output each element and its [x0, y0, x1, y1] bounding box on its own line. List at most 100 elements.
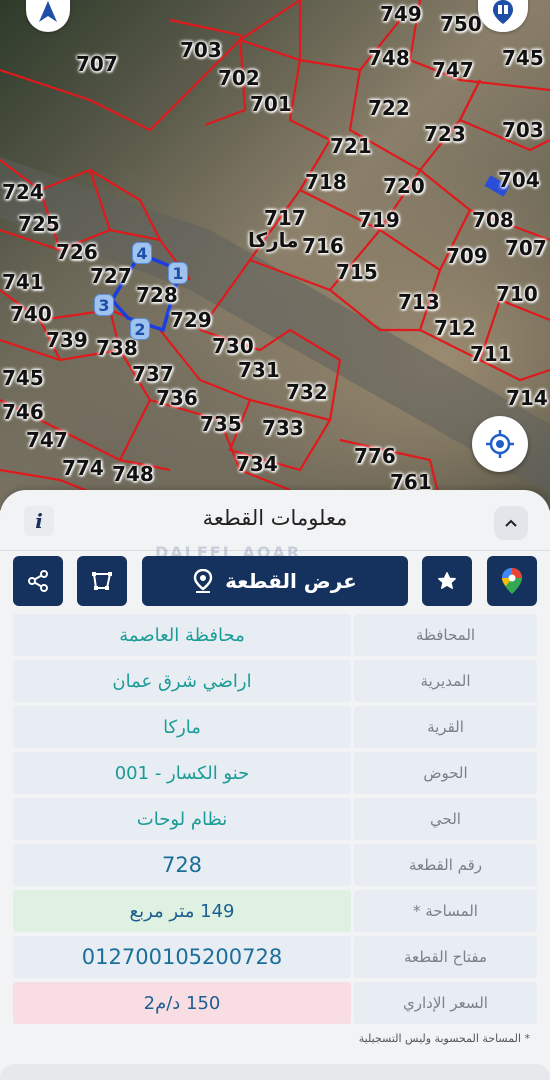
parcel-label[interactable]: 728	[136, 283, 178, 307]
parcel-label[interactable]: 738	[96, 336, 138, 360]
neighborhood-value: نظام لوحات	[13, 798, 351, 840]
parcel-label[interactable]: 750	[440, 12, 482, 36]
parcel-label[interactable]: 719	[358, 208, 400, 232]
row-basin: حنو الكسار - 001 الحوض	[13, 752, 537, 794]
parcel-label[interactable]: 710	[496, 282, 538, 306]
parcel-label[interactable]: 702	[218, 66, 260, 90]
star-icon	[438, 572, 456, 590]
row-neighborhood: نظام لوحات الحي	[13, 798, 537, 840]
navigation-arrow-icon	[39, 1, 57, 22]
parcel-label[interactable]: 736	[156, 386, 198, 410]
parcel-label[interactable]: 721	[330, 134, 372, 158]
parcel-number-label: رقم القطعة	[354, 844, 537, 886]
parcel-label[interactable]: 713	[398, 290, 440, 314]
vertex-4-marker[interactable]: 4	[132, 242, 152, 264]
parcel-label[interactable]: 707	[76, 52, 118, 76]
polygon-icon	[92, 572, 112, 590]
row-parcel-key: 012700105200728 مفتاح القطعة	[13, 936, 537, 978]
parcel-label[interactable]: 712	[434, 316, 476, 340]
row-village: ماركا القرية	[13, 706, 537, 748]
panel-header: i معلومات القطعة	[0, 490, 550, 550]
parcel-label[interactable]: 725	[18, 212, 60, 236]
vertex-2-marker[interactable]: 2	[130, 318, 150, 340]
favorite-button[interactable]	[422, 556, 472, 606]
row-parcel-number: 728 رقم القطعة	[13, 844, 537, 886]
vertex-3-marker[interactable]: 3	[94, 294, 114, 316]
parcel-label[interactable]: 746	[2, 400, 44, 424]
parcel-label[interactable]: 737	[132, 362, 174, 386]
parcel-label[interactable]: 704	[498, 168, 540, 192]
location-pin-icon	[193, 569, 213, 593]
parcel-label[interactable]: 724	[2, 180, 44, 204]
parcel-label[interactable]: 749	[380, 2, 422, 26]
parcel-label[interactable]: 726	[56, 240, 98, 264]
row-directorate: اراضي شرق عمان المديرية	[13, 660, 537, 702]
satellite-map[interactable]: 749 750 703 707 748 747 745 702 701 722 723 703 721 7…	[0, 0, 550, 510]
parcel-label[interactable]: 735	[200, 412, 242, 436]
parcel-label[interactable]: 715	[336, 260, 378, 284]
parcel-label[interactable]: 727	[90, 264, 132, 288]
parcel-label[interactable]: 747	[432, 58, 474, 82]
vertex-1-marker[interactable]: 1	[168, 262, 188, 284]
area-footnote: * المساحة المحسوبة وليس التسجيلية	[358, 1032, 530, 1045]
parcel-label[interactable]: 741	[2, 270, 44, 294]
parcel-label[interactable]: 703	[180, 38, 222, 62]
row-governorate: محافظة العاصمة المحافظة	[13, 614, 537, 656]
row-admin-price: 150 د/م2 السعر الإداري	[13, 982, 537, 1024]
parcel-label[interactable]: 747	[26, 428, 68, 452]
parcel-label[interactable]: 732	[286, 380, 328, 404]
parcel-label[interactable]: 703	[502, 118, 544, 142]
village-label: القرية	[354, 706, 537, 748]
parcel-label[interactable]: 734	[236, 452, 278, 476]
parcel-label[interactable]: 711	[470, 342, 512, 366]
view-parcel-label: عرض القطعة	[225, 569, 357, 593]
view-parcel-button[interactable]: عرض القطعة	[142, 556, 408, 606]
parcel-info-table: محافظة العاصمة المحافظة اراضي شرق عمان ا…	[13, 614, 537, 1028]
area-value: 149 متر مربع	[13, 890, 351, 932]
chevron-up-icon	[505, 519, 517, 527]
parcel-label[interactable]: 740	[10, 302, 52, 326]
share-button[interactable]	[13, 556, 63, 606]
parcel-label[interactable]: 748	[112, 462, 154, 486]
area-label: المساحة *	[354, 890, 537, 932]
parcel-info-panel: i معلومات القطعة DALEEL AQAR عرض القطعة …	[0, 490, 550, 1080]
parcel-label[interactable]: 733	[262, 416, 304, 440]
admin-price-value: 150 د/م2	[13, 982, 351, 1024]
parcel-label[interactable]: 776	[354, 444, 396, 468]
parcel-key-value[interactable]: 012700105200728	[13, 936, 351, 978]
admin-price-label: السعر الإداري	[354, 982, 537, 1024]
parcel-label[interactable]: 739	[46, 328, 88, 352]
village-map-label: ماركا	[248, 228, 299, 252]
basin-value: حنو الكسار - 001	[13, 752, 351, 794]
parcel-label[interactable]: 722	[368, 96, 410, 120]
governorate-value: محافظة العاصمة	[13, 614, 351, 656]
parcel-label[interactable]: 730	[212, 334, 254, 358]
parcel-label[interactable]: 708	[472, 208, 514, 232]
basin-label: الحوض	[354, 752, 537, 794]
parcel-label[interactable]: 729	[170, 308, 212, 332]
parcel-label[interactable]: 745	[502, 46, 544, 70]
parcel-label[interactable]: 748	[368, 46, 410, 70]
parcel-label[interactable]: 745	[2, 366, 44, 390]
parcel-label[interactable]: 707	[505, 236, 547, 260]
parcel-label[interactable]: 714	[506, 386, 548, 410]
parcel-label[interactable]: 701	[250, 92, 292, 116]
gps-locate-icon	[486, 430, 514, 458]
share-icon	[28, 570, 48, 592]
my-location-button[interactable]	[472, 416, 528, 472]
directorate-value: اراضي شرق عمان	[13, 660, 351, 702]
parcel-label[interactable]: 720	[383, 174, 425, 198]
map-pin-icon	[493, 0, 513, 24]
parcel-label[interactable]: 723	[424, 122, 466, 146]
parcel-label[interactable]: 717	[264, 206, 306, 230]
google-maps-button[interactable]	[487, 556, 537, 606]
collapse-button[interactable]	[494, 506, 528, 540]
polygon-measure-button[interactable]	[77, 556, 127, 606]
parcel-label[interactable]: 718	[305, 170, 347, 194]
governorate-label: المحافظة	[354, 614, 537, 656]
google-maps-icon	[502, 568, 522, 594]
parcel-label[interactable]: 731	[238, 358, 280, 382]
parcel-label[interactable]: 774	[62, 456, 104, 480]
parcel-label[interactable]: 709	[446, 244, 488, 268]
parcel-label[interactable]: 716	[302, 234, 344, 258]
